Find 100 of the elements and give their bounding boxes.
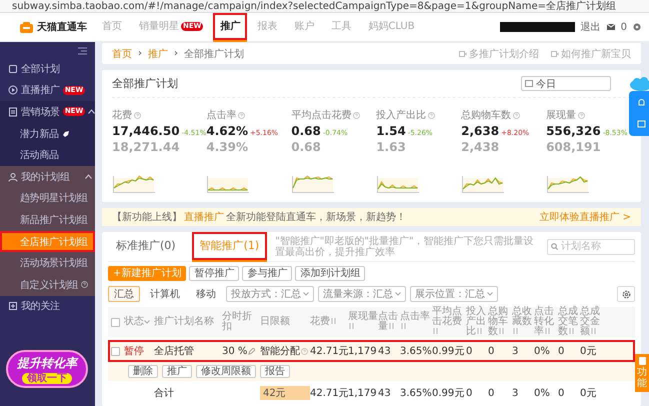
table-cell: 3.65% (400, 346, 432, 356)
breadcrumb-link[interactable]: 首页 (112, 46, 132, 60)
campaign-tab[interactable]: 智能推广(1) (192, 232, 268, 262)
metric-label: 花费 (112, 108, 206, 122)
logout-link[interactable]: 退出 (580, 20, 601, 34)
row-action-button[interactable]: 删除 (128, 365, 158, 378)
device-tab[interactable]: 汇总 (108, 286, 140, 302)
column-header[interactable]: 花费 (310, 317, 348, 327)
filter-dropdown[interactable]: 流量来源：汇总 (318, 286, 406, 302)
sidebar-subitem[interactable]: 活动场景计划组 (0, 252, 95, 274)
metric-previous-value: 0.68 (291, 140, 322, 154)
action-button[interactable]: +新建推广计划 (108, 266, 186, 281)
sidebar-item[interactable]: 全部计划 (0, 58, 95, 80)
column-header[interactable]: 点击转化率 (534, 307, 558, 337)
breadcrumb-link[interactable]: 推广 (148, 46, 168, 60)
table-cell-text: 0.99元 (432, 345, 466, 358)
metric-previous-value: 2,438 (461, 140, 500, 154)
table-cell-text: 0 (558, 346, 566, 356)
plan-name-cell[interactable]: 全店托管 (154, 344, 222, 358)
discount-cell: 30 % (222, 346, 260, 356)
promo-badge[interactable]: 提升转化率 领取一下 (6, 350, 88, 388)
action-button[interactable]: 添加到计划组 (295, 266, 366, 281)
column-header[interactable]: 点击率 (400, 312, 432, 332)
row-action-button[interactable]: 修改周限额 (196, 365, 256, 378)
sidebar-item[interactable]: 我的关注 (0, 296, 95, 318)
sidebar-subitem[interactable]: 潜力新品 (0, 122, 95, 144)
total-cell-text: 0 (558, 388, 566, 398)
nav-tab[interactable]: 推广 (213, 12, 248, 42)
column-header[interactable]: 推广计划名称 (154, 317, 222, 327)
total-cell-text: 0 (488, 388, 496, 398)
column-header[interactable]: 分时折扣 (222, 312, 260, 332)
table-cell-text: 43 (378, 346, 392, 356)
metric-label: 投入产出比 (376, 108, 462, 122)
notice-text: 全新功能登陆直通车，新场景，新趋势！ (226, 210, 406, 224)
metric-label: 平均点击花费 (291, 108, 376, 122)
metric-value: 0.68 (291, 124, 321, 138)
column-header[interactable]: 展现量 (348, 312, 378, 332)
table-row[interactable]: 暂停 全店托管 30 % 智能分配 42.71元1,179 43 3.65%0.99元 0 0 3 0% 0 0元 (108, 340, 635, 362)
table-cell: 1,179 (348, 346, 378, 356)
promo-button[interactable]: 领取一下 (22, 372, 72, 384)
filter-dropdown[interactable]: 展示位置：汇总 (410, 286, 498, 302)
total-cell-text: 0元 (580, 387, 598, 400)
total-budget: 42元 (260, 386, 310, 400)
breadcrumb-link[interactable]: 全部推广计划 (184, 46, 244, 60)
table-cell-text: 0% (534, 346, 551, 356)
sidebar-subitem[interactable]: 自定义计划组 (0, 274, 95, 296)
nav-tab[interactable]: 工具 (324, 12, 358, 42)
column-header[interactable]: 平均点击花费 (432, 307, 466, 337)
table-cell-text: 0 (488, 346, 496, 356)
action-button[interactable]: 参与推广 (242, 266, 292, 281)
search-field[interactable]: 计划名称 (547, 238, 635, 254)
campaign-tab[interactable]: 标准推广(0) (108, 232, 184, 262)
feedback-tab[interactable]: 功能 (635, 354, 649, 392)
metric-value: 2,638 (461, 124, 500, 138)
column-header[interactable]: 点击量 (378, 312, 400, 332)
column-header[interactable]: 状态 (124, 317, 154, 327)
table-cell-text: 3 (512, 346, 520, 356)
sidebar-subitem[interactable]: 新品推广计划组 (0, 209, 95, 231)
help-link[interactable]: 多推广计划介绍 (459, 46, 539, 60)
metric-previous-value: 4.39% (206, 140, 249, 154)
budget-cell: 智能分配 (260, 344, 310, 358)
date-field[interactable]: 今日 (521, 76, 611, 91)
column-header[interactable]: 日限额 (260, 317, 310, 327)
notice-tag: 【新功能上线】 (112, 210, 182, 224)
row-action-button[interactable]: 推广 (162, 365, 192, 378)
status-cell-text: 暂停 (124, 344, 145, 358)
nav-tab[interactable]: 妈妈CLUB (361, 12, 422, 42)
metric-label: 展现量 (546, 108, 631, 122)
breadcrumb-separator: › (138, 48, 142, 59)
total-cell: 1,179 (348, 388, 378, 398)
sidebar-subitem[interactable]: 趋势明星计划组 (0, 188, 95, 210)
sidebar-subitem[interactable]: 全店推广计划组 (0, 230, 95, 252)
table-cell-text: 42.71元 (310, 345, 348, 358)
nav-tab[interactable]: 首页 (95, 12, 129, 42)
notice-action-link[interactable]: 立即体验直播推广 > (539, 210, 631, 224)
nav-tab[interactable]: 账户 (287, 12, 322, 42)
column-header[interactable]: 总成交笔数 (558, 307, 580, 337)
help-link[interactable]: 如何推广新宝贝 (551, 46, 631, 60)
column-header[interactable]: 总成交金额 (580, 307, 604, 337)
filter-dropdown[interactable]: 投放方式：汇总 (226, 286, 314, 302)
metric-previous-value: 608,191 (546, 140, 602, 154)
metric-value: 17,446.50 (112, 124, 180, 138)
metric-value: 4.62% (206, 124, 248, 138)
total-label: 合计 (154, 386, 175, 400)
column-header[interactable]: 投入产出比 (466, 307, 488, 337)
tab-description: "智能推广"即老版的"批量推广"，智能推广下您只需批量设置最高出价，提升推广效率 (275, 236, 535, 258)
sidebar-subitem[interactable]: 活动商品 (0, 144, 95, 166)
total-cell-text: 42.71元 (310, 387, 348, 400)
mail-count: 0 (620, 22, 627, 32)
action-button[interactable]: 暂停推广 (189, 266, 240, 281)
notice-link[interactable]: 直播推广 (184, 210, 224, 224)
table-cell-text: 0 (466, 346, 474, 356)
metric-previous-value: 18,271.44 (112, 140, 181, 154)
sidebar-item[interactable]: 我的计划组 (0, 166, 95, 188)
column-header[interactable]: 总收藏数 (512, 307, 534, 337)
row-action-button[interactable]: 报告 (260, 365, 290, 378)
total-cell-text: 0 (466, 388, 474, 398)
total-cell-text: 43 (378, 388, 392, 398)
nav-tab[interactable]: 报表 (250, 12, 284, 42)
column-header[interactable]: 总购物车数 (488, 307, 512, 337)
